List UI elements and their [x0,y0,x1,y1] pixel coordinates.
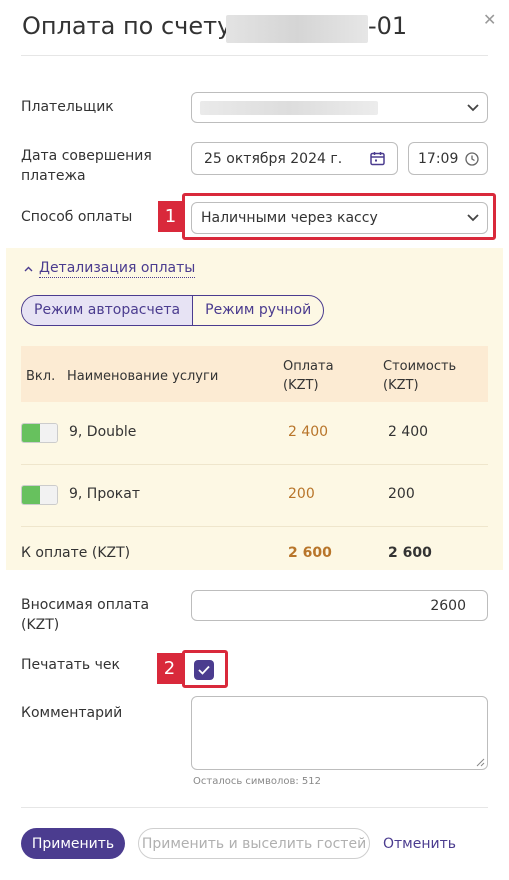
calendar-icon[interactable] [370,151,385,166]
col-service-header: Наименование услуги [67,369,219,384]
service-name: 9, Прокат [69,486,140,502]
annotation-badge-1: 1 [158,201,183,232]
mode-auto-button[interactable]: Режим авторасчета [22,296,194,325]
service-toggle[interactable] [21,423,58,443]
date-value: 25 октября 2024 г. [204,150,343,167]
dialog-title: Оплата по счету [22,12,232,40]
cancel-link[interactable]: Отменить [383,836,456,852]
total-cost: 2 600 [388,545,432,561]
calc-mode-switch: Режим авторасчета Режим ручной [21,295,325,326]
comment-label: Комментарий [21,705,123,721]
check-icon [198,665,210,675]
details-toggle-link[interactable]: Детализация оплаты [39,260,196,278]
redacted-invoice-number [226,15,368,43]
chevron-down-icon [467,214,479,222]
amount-value: 2600 [430,597,466,614]
redacted-payer-name [200,100,378,115]
time-input[interactable]: 17:09 [408,142,488,175]
apply-and-checkout-button[interactable]: Применить и выселить гостей [138,828,370,859]
comment-textarea[interactable] [191,696,488,770]
annotation-badge-2: 2 [157,653,182,684]
method-label: Способ оплаты [21,209,133,225]
chevron-up-icon[interactable] [24,266,33,272]
service-cost: 200 [388,486,415,502]
col-enabled-header: Вкл. [26,369,56,384]
header-divider [21,55,488,56]
footer-divider [21,807,488,808]
row-divider [21,464,488,465]
date-label: Дата совершения платежа [21,148,152,184]
chevron-down-icon [467,103,479,111]
service-payment[interactable]: 200 [288,486,315,502]
col-payment-header: Оплата (KZT) [283,359,334,393]
payment-method-value: Наличными через кассу [201,210,378,226]
invoice-number-suffix: -01 [368,12,408,40]
service-toggle[interactable] [21,485,58,505]
date-input[interactable]: 25 октября 2024 г. [191,142,398,175]
clock-icon[interactable] [465,152,479,166]
amount-input[interactable]: 2600 [191,590,488,621]
service-payment[interactable]: 2 400 [288,424,328,440]
service-name: 9, Double [69,424,137,440]
total-payment: 2 600 [288,545,332,561]
print-receipt-checkbox[interactable] [194,660,214,680]
total-label: К оплате (KZT) [21,545,131,561]
close-icon[interactable]: ✕ [483,10,496,29]
chars-left-hint: Осталось символов: 512 [193,776,321,787]
col-cost-header: Стоимость (KZT) [383,359,457,393]
print-label: Печатать чек [21,657,120,673]
amount-label: Вносимая оплата (KZT) [21,597,150,633]
mode-manual-button[interactable]: Режим ручной [193,296,323,325]
payer-select[interactable] [191,92,488,123]
payment-method-select[interactable]: Наличными через кассу [191,202,488,234]
service-cost: 2 400 [388,424,429,440]
payer-label: Плательщик [21,99,114,115]
resize-handle-icon[interactable] [476,758,485,767]
apply-button[interactable]: Применить [21,828,125,859]
row-divider [21,526,488,527]
time-value: 17:09 [418,150,459,167]
